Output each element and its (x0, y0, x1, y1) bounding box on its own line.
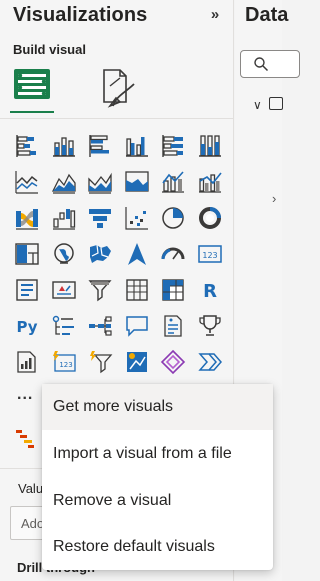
new-slicer-icon[interactable] (82, 344, 119, 380)
menu-item-get-more-visuals[interactable]: Get more visuals (42, 384, 273, 430)
format-visual-icon[interactable] (96, 66, 138, 108)
area-chart-icon[interactable] (46, 164, 83, 200)
double-chevron-right-icon[interactable]: » (207, 6, 223, 24)
custom-visual-icon[interactable] (14, 428, 36, 450)
treemap-icon[interactable] (9, 236, 46, 272)
donut-chart-icon[interactable] (192, 200, 229, 236)
values-label: Valu (18, 481, 44, 496)
funnel-chart-icon[interactable] (82, 200, 119, 236)
selected-mode-indicator (10, 111, 54, 113)
menu-item-remove-visual[interactable]: Remove a visual (42, 478, 273, 524)
visuals-context-menu: Get more visuals Import a visual from a … (42, 384, 273, 570)
100-stacked-area-chart-icon[interactable] (119, 164, 156, 200)
azure-map-icon[interactable] (119, 236, 156, 272)
100-stacked-column-chart-icon[interactable] (192, 128, 229, 164)
visual-icon-row (9, 128, 231, 164)
visual-icon-row: Py (9, 308, 231, 344)
menu-item-import-visual-from-file[interactable]: Import a visual from a file (42, 431, 273, 477)
add-data-fields-placeholder: Ado (21, 516, 45, 531)
svg-text:123: 123 (202, 251, 217, 260)
build-visual-label: Build visual (13, 42, 86, 57)
visual-icon-row (9, 164, 231, 200)
smart-narrative-icon[interactable] (155, 308, 192, 344)
key-influencers-icon[interactable] (46, 308, 83, 344)
svg-text:R: R (203, 281, 217, 302)
table-icon (269, 97, 283, 110)
scatter-chart-icon[interactable] (119, 200, 156, 236)
data-pane-title: Data (245, 4, 289, 26)
svg-text:Py: Py (17, 318, 38, 336)
chevron-right-icon[interactable]: › (272, 191, 276, 206)
line-and-clustered-column-chart-icon[interactable] (192, 164, 229, 200)
paginated-report-icon[interactable] (9, 344, 46, 380)
100-stacked-bar-chart-icon[interactable] (155, 128, 192, 164)
visual-icon-row (9, 200, 231, 236)
slicer-icon[interactable] (82, 272, 119, 308)
more-options-icon[interactable]: ... (17, 386, 33, 404)
decomposition-tree-icon[interactable] (82, 308, 119, 344)
visual-icon-grid: 123 R Py 123 (9, 128, 231, 380)
visual-icon-row: R (9, 272, 231, 308)
qa-icon[interactable] (119, 308, 156, 344)
power-automate-icon[interactable] (192, 344, 229, 380)
stacked-bar-chart-icon[interactable] (9, 128, 46, 164)
mode-divider (0, 118, 234, 119)
visualizations-title: Visualizations (13, 4, 148, 26)
azure-map-visual-icon[interactable] (119, 344, 156, 380)
data-search-input[interactable] (240, 50, 300, 78)
r-script-visual-icon[interactable]: R (192, 272, 229, 308)
multi-row-card-icon[interactable] (9, 272, 46, 308)
metrics-icon[interactable] (192, 308, 229, 344)
map-icon[interactable] (46, 236, 83, 272)
line-chart-icon[interactable] (9, 164, 46, 200)
build-visual-icon[interactable] (11, 63, 53, 105)
chevron-down-icon[interactable]: ∨ (253, 98, 262, 112)
visual-icon-row: 123 (9, 236, 231, 272)
visual-icon-row: 123 (9, 344, 231, 380)
menu-item-restore-default-visuals[interactable]: Restore default visuals (42, 524, 273, 570)
svg-text:123: 123 (59, 361, 72, 369)
waterfall-chart-icon[interactable] (46, 200, 83, 236)
power-apps-icon[interactable] (155, 344, 192, 380)
new-card-icon[interactable]: 123 (46, 344, 83, 380)
line-and-stacked-column-chart-icon[interactable] (155, 164, 192, 200)
clustered-column-chart-icon[interactable] (119, 128, 156, 164)
table-icon[interactable] (119, 272, 156, 308)
filled-map-icon[interactable] (82, 236, 119, 272)
pie-chart-icon[interactable] (155, 200, 192, 236)
stacked-area-chart-icon[interactable] (82, 164, 119, 200)
clustered-bar-chart-icon[interactable] (82, 128, 119, 164)
kpi-icon[interactable] (46, 272, 83, 308)
card-icon[interactable]: 123 (192, 236, 229, 272)
stacked-column-chart-icon[interactable] (46, 128, 83, 164)
search-icon (254, 57, 269, 72)
ribbon-chart-icon[interactable] (9, 200, 46, 236)
matrix-icon[interactable] (155, 272, 192, 308)
python-visual-icon[interactable]: Py (9, 308, 46, 344)
gauge-icon[interactable] (155, 236, 192, 272)
